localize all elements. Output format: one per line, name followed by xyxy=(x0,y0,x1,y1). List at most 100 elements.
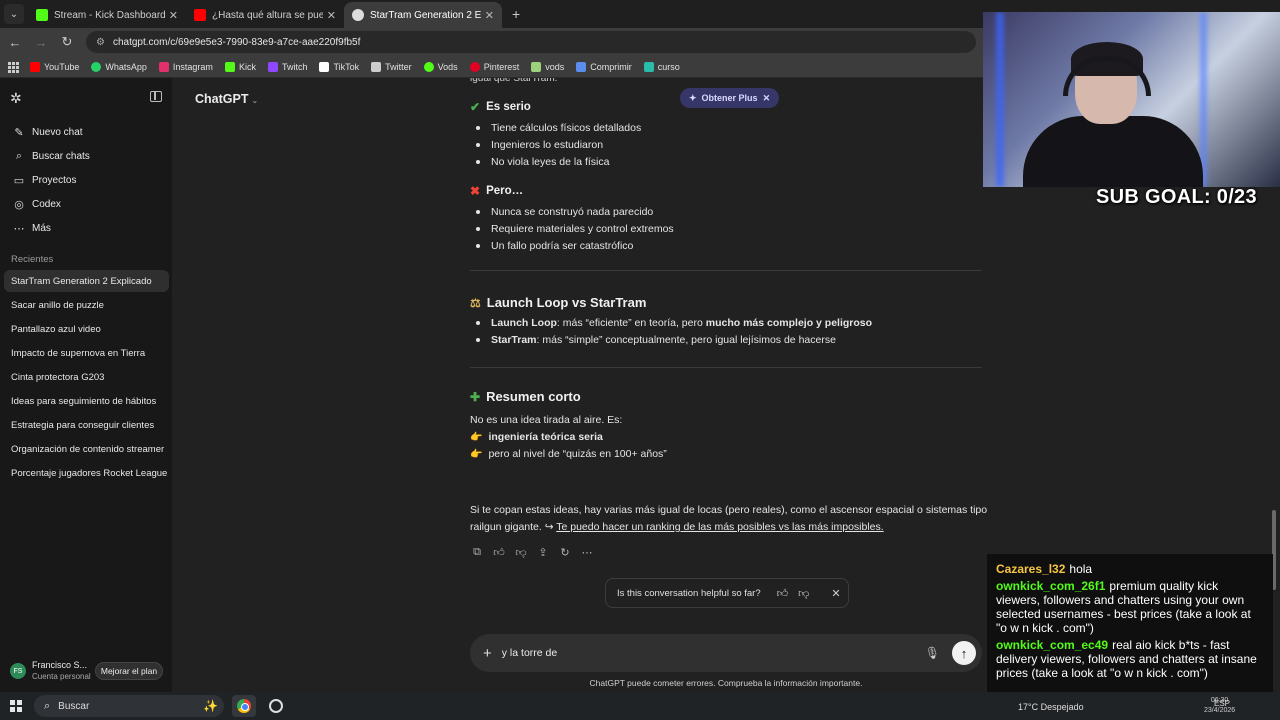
feedback-prompt: Is this conversation helpful so far? 👍︎ … xyxy=(605,578,849,608)
forward-arrow-icon[interactable]: → xyxy=(30,35,52,50)
search-icon: ⌕ xyxy=(44,699,51,712)
more-dots-icon[interactable]: ⋯ xyxy=(580,546,594,559)
search-icon: ⌕ xyxy=(15,149,23,162)
sidebar-item-new-chat[interactable]: ✎ Nuevo chat xyxy=(6,121,166,143)
tiktok-icon xyxy=(319,61,330,72)
prompt-input[interactable]: y la torre de xyxy=(502,647,925,659)
kick-favicon-icon xyxy=(36,9,48,21)
tab-title: ¿Hasta qué altura se puede con xyxy=(212,9,323,21)
codex-icon: ◎ xyxy=(14,198,24,211)
avatar: FS xyxy=(10,663,26,679)
url-text: chatgpt.com/c/69e9e5e3-7990-83e9-a7ce-aa… xyxy=(112,36,361,48)
close-tab-icon[interactable]: ✕ xyxy=(169,9,178,22)
thumbs-down-icon[interactable]: 👎︎ xyxy=(514,546,528,559)
reload-icon[interactable]: ↻ xyxy=(56,34,78,50)
list-item: Un fallo podría ser catastrófico xyxy=(476,240,633,252)
windows-start-icon[interactable] xyxy=(10,700,22,712)
recent-chat-item[interactable]: StarTram Generation 2 Explicado xyxy=(4,270,169,292)
get-plus-button[interactable]: ✦ Obtener Plus ✕ xyxy=(680,88,780,108)
attach-plus-icon[interactable]: + xyxy=(483,645,492,662)
tab-title: Stream - Kick Dashboard xyxy=(54,9,165,21)
check-icon: ✔ xyxy=(470,100,481,114)
recent-chat-item[interactable]: Ideas para seguimiento de hábitos xyxy=(4,390,169,412)
back-arrow-icon[interactable]: ← xyxy=(4,35,26,50)
tab-youtube[interactable]: ¿Hasta qué altura se puede con ✕ xyxy=(186,2,344,28)
closing-line: Si te copan estas ideas, hay varias más … xyxy=(470,504,988,516)
microphone-icon[interactable]: 🎙︎ xyxy=(925,646,940,660)
bookmark-youtube[interactable]: YouTube xyxy=(30,61,79,72)
chrome-taskbar-icon[interactable] xyxy=(232,695,256,717)
sidebar-item-more[interactable]: ⋯ Más xyxy=(6,217,166,239)
bookmark-instagram[interactable]: Instagram xyxy=(158,61,213,72)
send-button[interactable]: ↑ xyxy=(952,641,976,665)
bookmark-label: Pinterest xyxy=(483,61,520,72)
bookmark-vods[interactable]: Vods xyxy=(423,61,458,72)
twitch-icon xyxy=(267,61,278,72)
clock[interactable]: 06:30 23/4/2026 xyxy=(1204,696,1235,716)
close-icon[interactable]: ✕ xyxy=(831,587,840,600)
tab-search-button[interactable]: ⌄ xyxy=(4,4,24,24)
sparkles-icon: ✨ xyxy=(203,699,218,713)
whatsapp-icon xyxy=(91,61,102,72)
bookmark-kick[interactable]: Kick xyxy=(224,61,256,72)
tab-chatgpt[interactable]: StarTram Generation 2 Explicad ✕ xyxy=(344,2,502,28)
recent-chat-item[interactable]: Porcentaje jugadores Rocket League xyxy=(4,462,169,484)
sidebar-item-search-chats[interactable]: ⌕ Buscar chats xyxy=(6,145,166,167)
recents-heading: Recientes xyxy=(11,254,54,265)
list-item: No viola leyes de la física xyxy=(476,156,609,168)
site-info-icon[interactable]: ⚙ xyxy=(96,37,105,48)
tab-kick-dashboard[interactable]: Stream - Kick Dashboard ✕ xyxy=(28,2,186,28)
list-item: Tiene cálculos físicos detallados xyxy=(476,122,641,134)
url-bar[interactable]: ⚙ chatgpt.com/c/69e9e5e3-7990-83e9-a7ce-… xyxy=(86,31,976,53)
share-icon[interactable]: ⇪ xyxy=(536,546,550,559)
taskbar-search[interactable]: ⌕ Buscar ✨ xyxy=(34,695,224,717)
message-composer[interactable]: + y la torre de 🎙︎ ↑ xyxy=(470,634,982,672)
bold-term: StarTram xyxy=(491,334,537,346)
bookmark-pinterest[interactable]: Pinterest xyxy=(469,61,520,72)
bookmark-tiktok[interactable]: TikTok xyxy=(319,61,359,72)
thumbs-up-icon[interactable]: 👍︎ xyxy=(492,546,506,559)
sparkle-icon: ✦ xyxy=(689,92,697,103)
bookmark-comprimir[interactable]: Comprimir xyxy=(576,61,632,72)
thumbs-down-icon[interactable]: 👎︎ xyxy=(798,587,809,600)
close-tab-icon[interactable]: ✕ xyxy=(327,9,336,22)
chat-text: hola xyxy=(1069,562,1093,576)
model-selector[interactable]: ChatGPT ⌄ xyxy=(195,92,258,106)
list-item: Launch Loop: más “eficiente” en teoría, … xyxy=(476,317,872,329)
user-profile[interactable]: FS Francisco S... Cuenta personal xyxy=(10,660,91,682)
model-name: ChatGPT xyxy=(195,92,249,106)
apps-grid-icon[interactable] xyxy=(8,61,19,73)
recent-chat-item[interactable]: Cinta protectora G203 xyxy=(4,366,169,388)
openai-logo-icon[interactable]: ✲ xyxy=(10,90,26,106)
new-tab-icon[interactable]: + xyxy=(512,6,520,22)
recent-chat-item[interactable]: Estrategia para conseguir clientes xyxy=(4,414,169,436)
recent-chat-item[interactable]: Organización de contenido streamer xyxy=(4,438,169,460)
recent-chat-item[interactable]: Pantallazo azul video xyxy=(4,318,169,340)
bookmark-twitch[interactable]: Twitch xyxy=(267,61,307,72)
close-tab-icon[interactable]: ✕ xyxy=(485,9,494,22)
recent-chat-item[interactable]: Sacar anillo de puzzle xyxy=(4,294,169,316)
copy-icon[interactable]: ⧉ xyxy=(470,546,484,559)
stream-chat-overlay: Cazares_l32 hola ownkick_com_26f1 premium … xyxy=(987,554,1273,712)
bookmark-label: Comprimir xyxy=(590,61,632,72)
weather-widget[interactable]: 17°C Despejado xyxy=(1018,702,1084,712)
folder-icon: ▭ xyxy=(13,174,25,187)
bookmark-twitter[interactable]: Twitter xyxy=(371,61,412,72)
bookmark-curso[interactable]: curso xyxy=(643,61,680,72)
tab-title: StarTram Generation 2 Explicad xyxy=(370,9,481,21)
bookmark-whatsapp[interactable]: WhatsApp xyxy=(91,61,147,72)
closing-text: railgun gigante. ↪ xyxy=(470,521,557,533)
sidebar-item-projects[interactable]: ▭ Proyectos xyxy=(6,169,166,191)
regenerate-icon[interactable]: ↻ xyxy=(558,546,572,559)
close-icon[interactable]: ✕ xyxy=(763,93,771,104)
obs-taskbar-icon[interactable] xyxy=(264,695,288,717)
point-text: ingeniería teórica seria xyxy=(488,431,603,443)
recent-chat-item[interactable]: Impacto de supernova en Tierra xyxy=(4,342,169,364)
section-heading-but: ✖ Pero… xyxy=(470,184,523,198)
upgrade-plan-button[interactable]: Mejorar el plan xyxy=(95,662,163,680)
thumbs-up-icon[interactable]: 👍︎ xyxy=(777,587,789,600)
sidebar-item-codex[interactable]: ◎ Codex xyxy=(6,193,166,215)
bookmark-vods-2[interactable]: vods xyxy=(531,61,564,72)
follow-up-link[interactable]: Te puedo hacer un ranking de las más pos… xyxy=(556,521,883,533)
sidebar-toggle-icon[interactable] xyxy=(150,91,162,102)
